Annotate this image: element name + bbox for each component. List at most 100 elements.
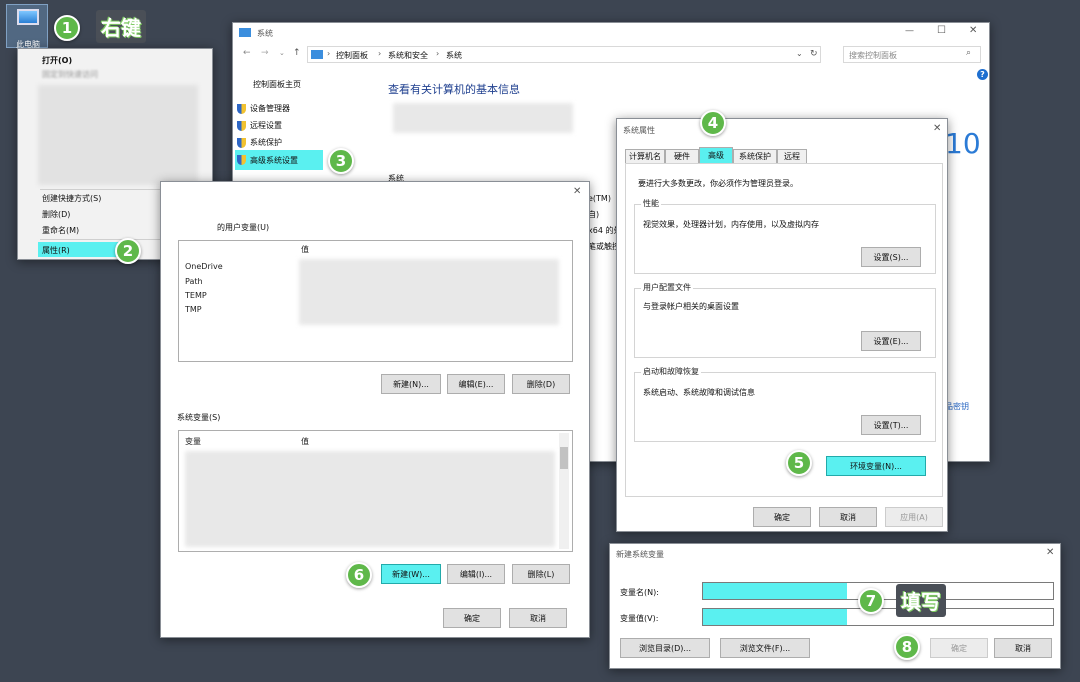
search-icon: ⌕ [966, 48, 972, 58]
user-new-button[interactable]: 新建(N)... [381, 374, 441, 394]
browse-directory-button[interactable]: 浏览目录(D)... [620, 638, 710, 658]
sysprop-ok-button[interactable]: 确定 [753, 507, 811, 527]
startup-settings-button[interactable]: 设置(T)... [861, 415, 921, 435]
back-arrow-icon[interactable]: ← [243, 48, 251, 58]
user-var-temp[interactable]: TEMP [185, 291, 207, 300]
maximize-button[interactable]: ☐ [937, 25, 946, 36]
shield-icon [237, 155, 246, 165]
menu-item-rename[interactable]: 重命名(M) [42, 225, 79, 236]
tab-hardware[interactable]: 硬件 [665, 149, 699, 163]
browse-file-button[interactable]: 浏览文件(F)... [720, 638, 810, 658]
this-pc-desktop-icon[interactable]: 此电脑 [6, 4, 48, 49]
new-var-cancel-button[interactable]: 取消 [994, 638, 1052, 658]
close-button[interactable]: ✕ [969, 25, 977, 36]
user-edit-button[interactable]: 编辑(E)... [447, 374, 505, 394]
environment-variables-button[interactable]: 环境变量(N)... [826, 456, 926, 476]
menu-item-properties-label: 属性(R) [42, 246, 70, 255]
scrollbar-thumb[interactable] [560, 447, 568, 469]
tab-computer-name[interactable]: 计算机名 [625, 149, 665, 163]
menu-item-properties[interactable]: 属性(R) [38, 242, 126, 257]
sidebar-item-label: 系统保护 [250, 138, 282, 147]
processor-partial-text: e(TM) [588, 194, 611, 203]
env-cancel-button[interactable]: 取消 [509, 608, 567, 628]
dialog-close-button[interactable]: ✕ [573, 186, 581, 197]
shield-icon [237, 120, 246, 131]
performance-desc: 视觉效果，处理器计划，内存使用，以及虚拟内存 [643, 220, 819, 229]
startup-recovery-group: 启动和故障恢复 系统启动、系统故障和调试信息 设置(T)... [634, 366, 936, 442]
sys-delete-button[interactable]: 删除(L) [512, 564, 570, 584]
breadcrumb-control-panel[interactable]: 控制面板 [336, 50, 368, 61]
breadcrumb-system[interactable]: 系统 [446, 50, 462, 61]
breadcrumb-system-security[interactable]: 系统和安全 [388, 50, 428, 61]
tab-panel: 要进行大多数更改，你必须作为管理员登录。 性能 视觉效果，处理器计划，内存使用，… [625, 163, 943, 497]
forward-arrow-icon[interactable]: → [261, 48, 269, 58]
menu-item-open[interactable]: 打开(O) [42, 55, 72, 66]
windows10-logo-text: 10 [945, 127, 981, 160]
sys-vars-scrollbar[interactable] [559, 433, 569, 549]
right-click-tag: 右键 [96, 10, 146, 43]
sidebar-item-remote-settings[interactable]: 远程设置 [237, 120, 282, 131]
variable-name-label: 变量名(N): [620, 588, 659, 597]
address-dropdown-icon[interactable]: ⌄ [796, 49, 803, 58]
environment-variables-dialog: ✕ 的用户变量(U) 值 OneDrive Path TEMP TMP 新建(N… [160, 181, 590, 638]
blurred-sys-vars [185, 451, 555, 547]
sys-vars-list[interactable]: 变量 值 [178, 430, 573, 552]
sysprop-close-button[interactable]: ✕ [933, 123, 941, 134]
breadcrumb-chevron-icon: › [327, 49, 331, 58]
sys-vars-col-var: 变量 [185, 437, 201, 446]
system-titlebar: 系统 — ☐ ✕ [233, 23, 989, 43]
new-var-title: 新建系统变量 [616, 550, 664, 559]
menu-item-pin-quick-access[interactable]: 固定到快速访问 [42, 69, 98, 80]
user-vars-col-value: 值 [301, 245, 309, 254]
performance-group: 性能 视觉效果，处理器计划，内存使用，以及虚拟内存 设置(S)... [634, 198, 936, 274]
user-var-onedrive[interactable]: OneDrive [185, 262, 223, 271]
product-key-link[interactable]: 品密钥 [945, 401, 969, 412]
sys-new-button[interactable]: 新建(W)... [381, 564, 441, 584]
startup-recovery-title: 启动和故障恢复 [641, 366, 701, 377]
help-icon[interactable]: ? [977, 69, 988, 80]
nav-bar: ← → ⌄ ↑ › 控制面板 › 系统和安全 › 系统 ⌄ ↻ 搜索控制面板 ⌕ [233, 45, 989, 65]
control-panel-icon [311, 50, 323, 59]
step-badge-6: 6 [346, 562, 372, 588]
sys-vars-col-value: 值 [301, 437, 309, 446]
minimize-button[interactable]: — [905, 26, 914, 36]
up-arrow-icon[interactable]: ↑ [293, 48, 301, 58]
variable-value-label: 变量值(V): [620, 614, 659, 623]
sys-vars-title: 系统变量(S) [177, 413, 221, 422]
user-profiles-settings-button[interactable]: 设置(E)... [861, 331, 921, 351]
blurred-user-var-values [299, 259, 559, 325]
sys-edit-button[interactable]: 编辑(I)... [447, 564, 505, 584]
env-ok-button[interactable]: 确定 [443, 608, 501, 628]
tab-advanced[interactable]: 高级 [699, 147, 733, 163]
tab-remote[interactable]: 远程 [777, 149, 807, 163]
step-badge-4: 4 [700, 110, 726, 136]
user-profiles-group: 用户配置文件 与登录帐户相关的桌面设置 设置(E)... [634, 282, 936, 358]
user-vars-list[interactable]: 值 OneDrive Path TEMP TMP [178, 240, 573, 362]
refresh-icon[interactable]: ↻ [810, 49, 818, 59]
admin-note: 要进行大多数更改，你必须作为管理员登录。 [638, 179, 798, 188]
user-profiles-desc: 与登录帐户相关的桌面设置 [643, 302, 739, 311]
recent-dropdown-icon[interactable]: ⌄ [279, 49, 285, 57]
performance-settings-button[interactable]: 设置(S)... [861, 247, 921, 267]
sidebar-item-device-manager[interactable]: 设备管理器 [237, 103, 290, 114]
shield-icon [237, 103, 246, 114]
menu-item-create-shortcut[interactable]: 创建快捷方式(S) [42, 193, 101, 204]
step-badge-8: 8 [894, 634, 920, 660]
address-bar[interactable]: › 控制面板 › 系统和安全 › 系统 ⌄ ↻ [307, 46, 821, 63]
menu-item-delete[interactable]: 删除(D) [42, 209, 70, 220]
sidebar-item-system-protection[interactable]: 系统保护 [237, 137, 282, 148]
user-delete-button[interactable]: 删除(D) [512, 374, 570, 394]
fill-in-tag: 填写 [896, 584, 946, 617]
sidebar-home-link[interactable]: 控制面板主页 [253, 79, 301, 90]
user-var-tmp[interactable]: TMP [185, 305, 202, 314]
user-var-path[interactable]: Path [185, 277, 203, 286]
step-badge-7: 7 [858, 588, 884, 614]
sysprop-apply-button[interactable]: 应用(A) [885, 507, 943, 527]
sysprop-cancel-button[interactable]: 取消 [819, 507, 877, 527]
step-badge-5: 5 [786, 450, 812, 476]
sidebar-item-advanced-settings[interactable]: 高级系统设置 [235, 150, 323, 170]
new-var-close-button[interactable]: ✕ [1046, 547, 1054, 558]
tab-system-protection[interactable]: 系统保护 [733, 149, 777, 163]
new-var-ok-button[interactable]: 确定 [930, 638, 988, 658]
search-input[interactable]: 搜索控制面板 ⌕ [843, 46, 981, 63]
